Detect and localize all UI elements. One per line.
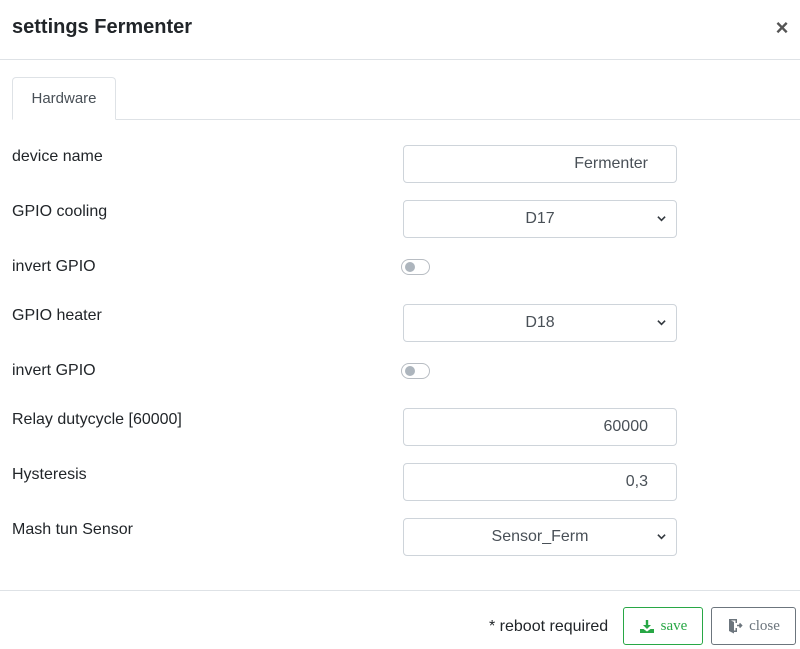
invert-gpio-heater-toggle[interactable] <box>401 363 430 379</box>
gpio-heater-value: D18 <box>525 314 555 331</box>
invert-gpio-cooling-toggle[interactable] <box>401 259 430 275</box>
mash-tun-sensor-value: Sensor_Ferm <box>491 528 589 545</box>
gpio-heater-label: GPIO heater <box>12 307 102 324</box>
close-icon[interactable]: × <box>770 14 794 42</box>
invert-gpio-heater-label: invert GPIO <box>12 362 96 379</box>
exit-door-icon <box>729 619 743 634</box>
relay-dutycycle-value: 60000 <box>603 418 649 435</box>
invert-gpio-cooling-label: invert GPIO <box>12 258 96 275</box>
save-button[interactable]: save <box>623 607 703 645</box>
tab-hardware[interactable]: Hardware <box>12 77 116 120</box>
relay-dutycycle-label: Relay dutycycle [60000] <box>12 411 182 428</box>
reboot-required-note: * reboot required <box>489 618 609 635</box>
tabs-divider <box>12 119 800 120</box>
close-button[interactable]: close <box>711 607 796 645</box>
hysteresis-input[interactable]: 0,3 <box>403 463 677 501</box>
hysteresis-value: 0,3 <box>625 473 648 490</box>
save-label: save <box>660 617 688 634</box>
gpio-cooling-select[interactable]: D17 <box>403 200 677 238</box>
relay-dutycycle-input[interactable]: 60000 <box>403 408 677 446</box>
chevron-down-icon <box>657 534 666 540</box>
device-name-value: Fermenter <box>574 155 648 172</box>
hysteresis-label: Hysteresis <box>12 466 87 483</box>
toggle-knob <box>405 366 415 376</box>
device-name-input[interactable]: Fermenter <box>403 145 677 183</box>
gpio-cooling-value: D17 <box>525 210 555 227</box>
gpio-cooling-label: GPIO cooling <box>12 203 108 220</box>
settings-modal: settings Fermenter × Hardware device nam… <box>0 0 800 649</box>
download-icon <box>639 619 654 633</box>
modal-header: settings Fermenter × <box>0 0 800 60</box>
modal-title: settings Fermenter <box>12 16 193 38</box>
mash-tun-sensor-select[interactable]: Sensor_Ferm <box>403 518 677 556</box>
chevron-down-icon <box>657 216 666 222</box>
device-name-label: device name <box>12 148 103 165</box>
toggle-knob <box>405 262 415 272</box>
close-label: close <box>749 617 780 634</box>
chevron-down-icon <box>657 320 666 326</box>
mash-tun-sensor-label: Mash tun Sensor <box>12 521 133 538</box>
gpio-heater-select[interactable]: D18 <box>403 304 677 342</box>
